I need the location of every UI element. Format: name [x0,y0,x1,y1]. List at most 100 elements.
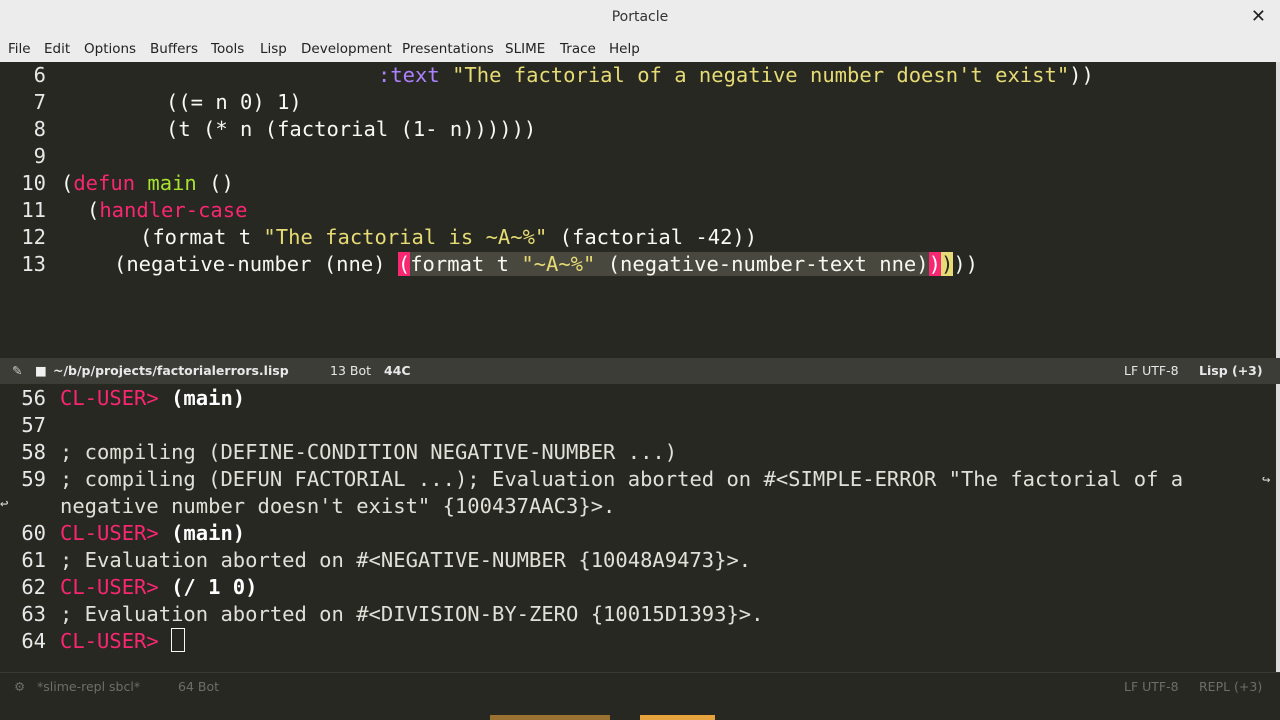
code-text[interactable]: :text "The factorial of a negative numbe… [378,62,1094,89]
repl-text: ; Evaluation aborted on #<NEGATIVE-NUMBE… [60,547,751,574]
code-text[interactable]: (format t "The factorial is ~A~%" (facto… [140,224,757,251]
code-token: format t [410,252,522,276]
repl-output: ; Evaluation aborted on #<DIVISION-BY-ZE… [60,602,764,626]
repl-input[interactable]: (main) [171,386,245,410]
code-token: (factorial -42)) [547,225,758,249]
repl-prompt: CL-USER> [60,629,172,653]
code-token: (negative-number (nne) [114,252,398,276]
repl-output: ; Evaluation aborted on #<NEGATIVE-NUMBE… [60,548,752,572]
line-number: 57 [21,413,46,437]
mode-line-inactive: ⚙ *slime-repl sbcl* 64 Bot LF UTF-8 REPL… [0,672,1280,701]
menu-lisp[interactable]: Lisp [260,41,287,57]
code-token: "The factorial of a negative number does… [452,63,1070,87]
menu-development[interactable]: Development [301,41,392,57]
code-token: "The factorial is ~A~%" [263,225,548,249]
file-encoding: LF UTF-8 [1124,363,1179,378]
code-text[interactable]: (defun main () [61,170,234,197]
repl-text: CL-USER> (/ 1 0) [60,574,258,601]
mode-line-active: ✎ ■ ~/b/p/projects/factorialerrors.lisp … [0,358,1280,384]
code-token: ) [928,252,941,276]
fringe-wrap-icon: ↪ [1262,472,1271,488]
menu-help[interactable]: Help [609,41,640,57]
repl-buffer-name[interactable]: *slime-repl sbcl* [37,673,140,701]
menu-presentations[interactable]: Presentations [402,41,494,57]
repl-line: 59 ; compiling (DEFUN FACTORIAL ...); Eva… [0,466,1276,493]
menu-edit[interactable]: Edit [44,41,70,57]
repl-line: negative number doesn't exist" {100437AA… [0,493,1276,520]
repl-line: 62 CL-USER> (/ 1 0) [0,574,1276,601]
taskbar-accent-active [640,715,715,720]
menu-slime[interactable]: SLIME [505,41,545,57]
code-token: (negative-number-text nne) [595,252,929,276]
repl-line: 63 ; Evaluation aborted on #<DIVISION-BY-… [0,601,1276,628]
repl-output: ; compiling (DEFUN FACTORIAL ...); Evalu… [60,467,1184,491]
code-token: ( [397,252,411,276]
line-position: 13 Bot [330,363,372,378]
emacs-window: Portacle ✕ File Edit Options Buffers Too… [0,0,1280,720]
repl-input[interactable]: (/ 1 0) [171,575,257,599]
menu-options[interactable]: Options [84,41,136,57]
line-number: 61 [21,548,46,572]
title-bar: Portacle ✕ [0,0,1280,35]
gear-icon: ⚙ [14,679,26,694]
lock-icon: ✎ [12,363,23,378]
menu-tools[interactable]: Tools [211,41,244,57]
line-number: 13 [21,252,46,276]
repl-text: ; Evaluation aborted on #<DIVISION-BY-ZE… [60,601,764,628]
code-line[interactable]: 11 (handler-case [0,197,1276,224]
close-icon[interactable]: ✕ [1251,6,1266,27]
text-cursor[interactable] [171,628,186,652]
slime-repl-pane[interactable]: 56 CL-USER> (main) 57 58 ; compiling (DEFINE… [0,384,1276,672]
repl-output: negative number doesn't exist" {100437AA… [60,494,616,518]
major-mode[interactable]: Lisp (+3) [1199,358,1263,384]
code-line[interactable]: 13 (negative-number (nne) (format t "~A~%… [0,251,1276,278]
repl-line: 57 [0,412,1276,439]
repl-output: ; compiling (DEFINE-CONDITION NEGATIVE-N… [60,440,678,464]
code-text[interactable]: ((= n 0) 1) [166,89,302,116]
code-token: defun [73,171,136,195]
repl-prompt: CL-USER> [60,386,172,410]
line-number: 12 [21,225,46,249]
line-number: 60 [21,521,46,545]
code-text[interactable]: (handler-case [87,197,247,224]
code-token: "~A~%" [521,252,596,276]
menu-buffers[interactable]: Buffers [150,41,198,57]
code-token: ) [940,252,954,276]
code-line[interactable]: 12 (format t "The factorial is ~A~%" (fac… [0,224,1276,251]
repl-line: 58 ; compiling (DEFINE-CONDITION NEGATIVE… [0,439,1276,466]
repl-text: negative number doesn't exist" {100437AA… [60,493,615,520]
line-number: 8 [33,117,46,141]
code-text[interactable]: (t (* n (factorial (1- n)))))) [166,116,536,143]
code-token: )) [953,252,978,276]
line-number: 11 [21,198,46,222]
line-number: 56 [21,386,46,410]
save-icon: ■ [35,363,47,378]
code-token: ( [61,171,74,195]
code-line[interactable]: 10 (defun main () [0,170,1276,197]
repl-line: 64 CL-USER> [0,628,1276,655]
repl-encoding: LF UTF-8 [1124,679,1179,694]
repl-line-position: 64 Bot [178,679,220,694]
code-token: ((= n 0) 1) [166,90,302,114]
code-line[interactable]: 8 (t (* n (factorial (1- n)))))) [0,116,1276,143]
menu-file[interactable]: File [8,41,31,57]
line-number: 63 [21,602,46,626]
buffer-file-path[interactable]: ~/b/p/projects/factorialerrors.lisp [53,358,289,384]
menu-trace[interactable]: Trace [560,41,596,57]
repl-text: ; compiling (DEFINE-CONDITION NEGATIVE-N… [60,439,677,466]
taskbar-accent [490,715,610,720]
code-token: )) [1069,63,1094,87]
code-line[interactable]: 6:text "The factorial of a negative numb… [0,62,1276,89]
repl-line: 56 CL-USER> (main) [0,385,1276,412]
code-text[interactable]: (negative-number (nne) (format t "~A~%" … [114,251,978,278]
code-line[interactable]: 7 ((= n 0) 1) [0,89,1276,116]
code-editor-pane[interactable]: 6:text "The factorial of a negative numb… [0,62,1276,358]
line-number: 58 [21,440,46,464]
repl-mode[interactable]: REPL (+3) [1199,673,1262,701]
repl-input[interactable]: (main) [171,521,245,545]
repl-text: ; compiling (DEFUN FACTORIAL ...); Evalu… [60,466,1183,493]
code-line[interactable]: 9 [0,143,1276,170]
line-number: 9 [33,144,46,168]
code-token: handler-case [99,198,248,222]
